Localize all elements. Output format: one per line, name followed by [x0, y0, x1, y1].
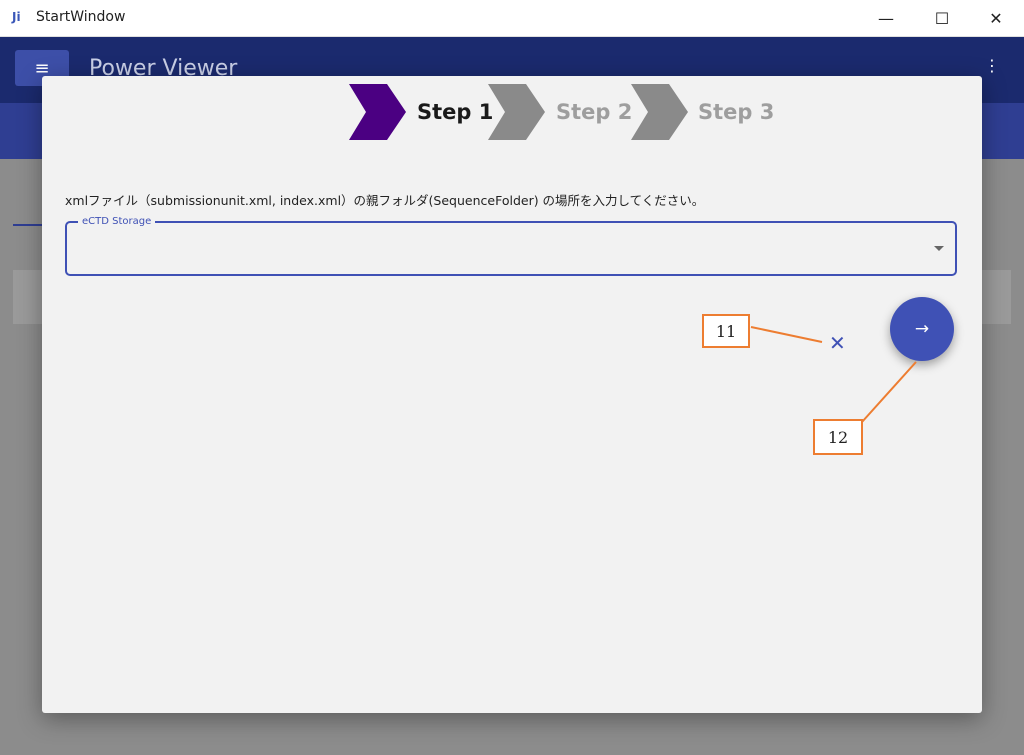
callout-12: 12 [813, 419, 863, 455]
callout-11: 11 [702, 314, 750, 348]
callout-12-leader [861, 361, 917, 423]
callout-11-leader [750, 326, 823, 343]
callout-leaders [750, 326, 917, 423]
